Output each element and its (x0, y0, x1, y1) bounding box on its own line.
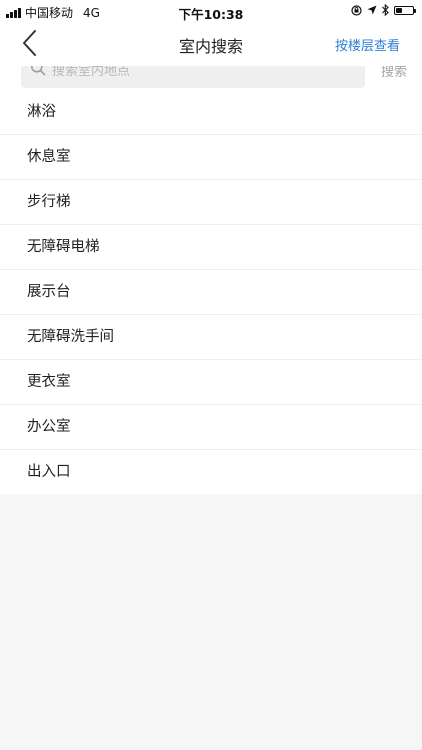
orientation-lock-icon (351, 4, 362, 16)
list-item[interactable]: 办公室 (0, 405, 422, 450)
status-right (351, 4, 416, 16)
location-arrow-icon (367, 5, 377, 15)
search-button[interactable]: 搜索 (381, 66, 407, 80)
list-item[interactable]: 淋浴 (0, 90, 422, 135)
bluetooth-icon (382, 4, 389, 16)
search-bar: 搜索 (0, 66, 422, 90)
place-list: 淋浴 休息室 步行梯 无障碍电梯 展示台 无障碍洗手间 更衣室 办公室 出入口 (0, 90, 422, 494)
view-by-floor-button[interactable]: 按楼层查看 (335, 35, 400, 54)
search-box (21, 66, 365, 88)
list-item[interactable]: 更衣室 (0, 360, 422, 405)
list-item[interactable]: 出入口 (0, 450, 422, 494)
list-item[interactable]: 展示台 (0, 270, 422, 315)
search-icon (31, 66, 46, 76)
battery-icon (394, 5, 416, 15)
list-item[interactable]: 无障碍洗手间 (0, 315, 422, 360)
list-item[interactable]: 无障碍电梯 (0, 225, 422, 270)
status-bar: 中国移动 4G 下午10:38 (0, 0, 422, 22)
battery-fill (396, 7, 402, 13)
list-item[interactable]: 步行梯 (0, 180, 422, 225)
list-item[interactable]: 休息室 (0, 135, 422, 180)
search-input[interactable] (52, 66, 352, 82)
navigation-bar: 室内搜索 按楼层查看 (0, 22, 422, 66)
